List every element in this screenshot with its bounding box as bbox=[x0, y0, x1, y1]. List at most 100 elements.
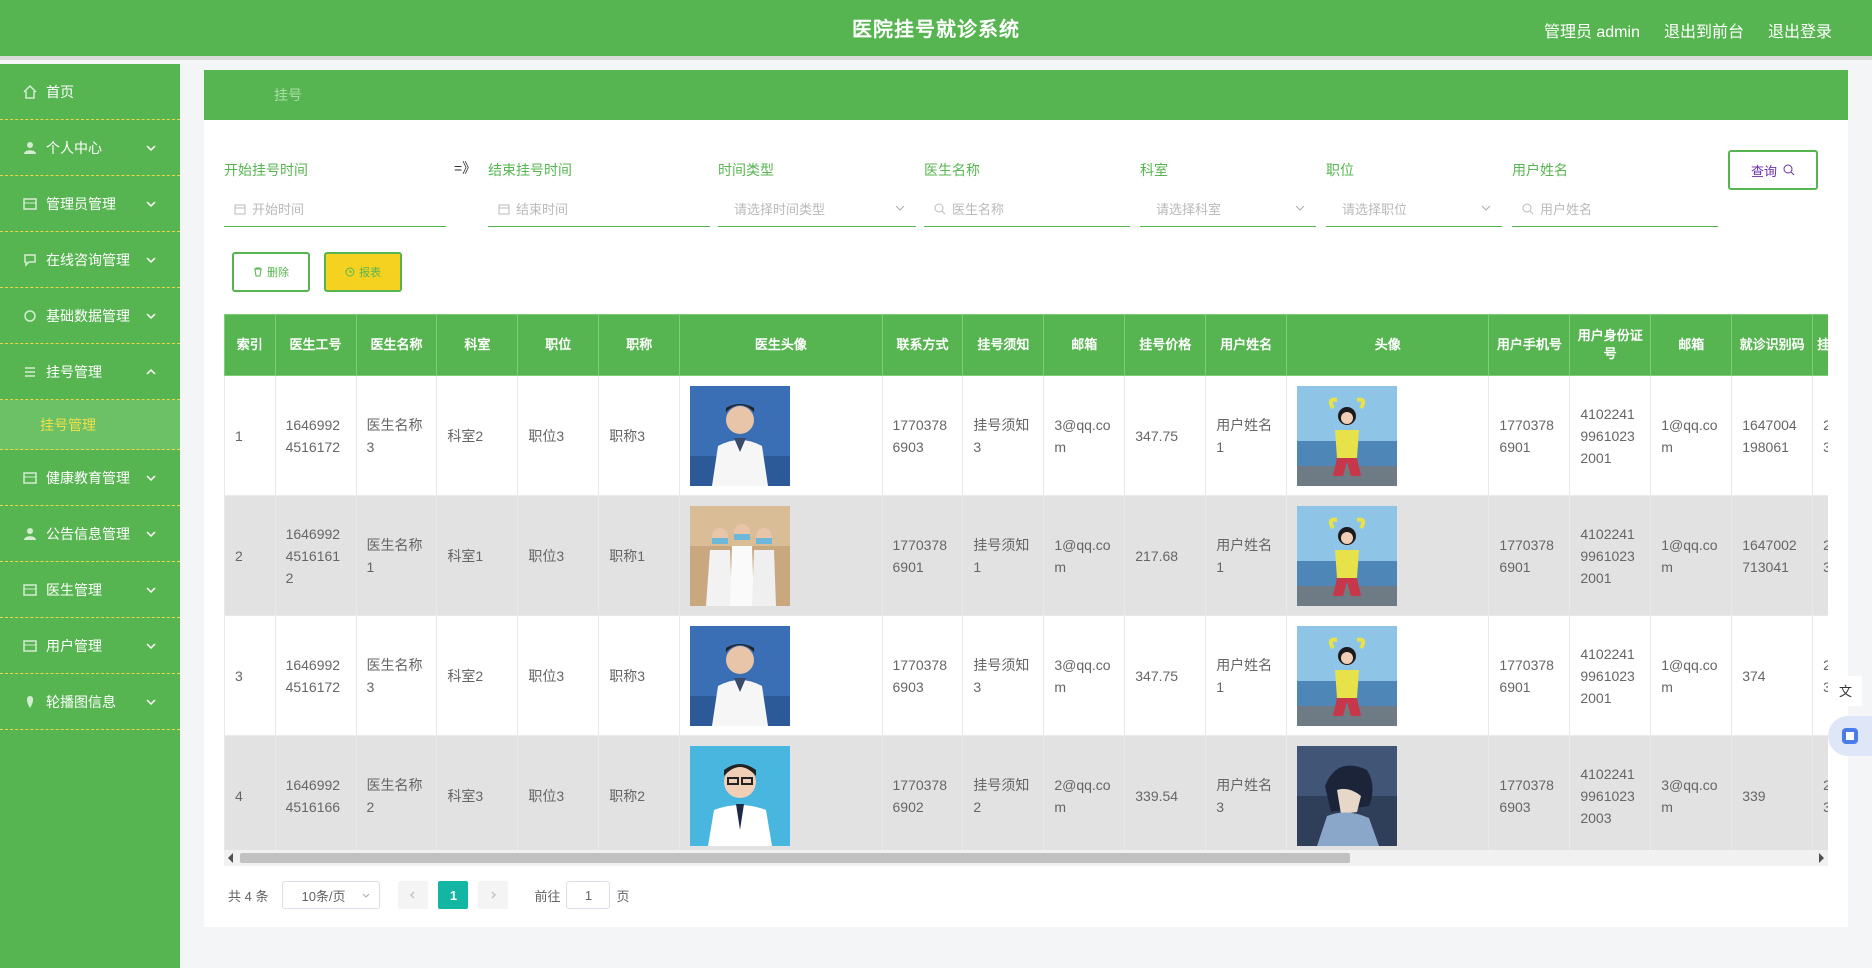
column-header: 联系方式 bbox=[881, 314, 964, 376]
column-header: 挂号须知 bbox=[962, 314, 1045, 376]
grid-icon bbox=[22, 638, 38, 654]
doctor-name-label: 医生名称 bbox=[924, 162, 980, 178]
next-page-button[interactable] bbox=[478, 881, 509, 909]
sidebar-item-label: 个人中心 bbox=[46, 139, 102, 156]
table-cell-user-name: 用户姓名1 bbox=[1205, 375, 1288, 496]
user-icon bbox=[22, 140, 38, 156]
column-header: 用户手机号 bbox=[1488, 314, 1571, 376]
table-cell-email: 1@qq.com bbox=[1043, 495, 1126, 616]
position-select[interactable]: 请选择职位 bbox=[1326, 191, 1502, 227]
front-link[interactable]: 退出到前台 bbox=[1664, 18, 1744, 42]
end-time-input[interactable]: 结束时间 bbox=[488, 191, 710, 227]
chevron-down-icon bbox=[146, 200, 156, 207]
table-row[interactable]: 2 164699245161612 医生名称1 科室1 职位3 职称1 1770378690… bbox=[224, 495, 1828, 616]
table-cell-visit-code: 374 bbox=[1731, 615, 1814, 736]
page-size-select[interactable]: 10条/页 bbox=[282, 881, 381, 909]
doctor-avatar-image bbox=[690, 505, 791, 606]
column-header: 职位 bbox=[517, 314, 600, 376]
doctor-name-placeholder: 医生名称 bbox=[952, 202, 1005, 217]
sidebar-item-users[interactable]: 用户管理 bbox=[0, 618, 180, 674]
position-label: 职位 bbox=[1326, 162, 1354, 178]
sidebar-item-home[interactable]: 首页 bbox=[0, 64, 180, 120]
table-cell-price: 347.75 bbox=[1124, 375, 1207, 496]
doctor-avatar-image bbox=[690, 625, 791, 726]
query-button-label: 查询 bbox=[1750, 163, 1777, 179]
grid-icon bbox=[22, 582, 38, 598]
sidebar-item-health-edu[interactable]: 健康教育管理 bbox=[0, 450, 180, 506]
table-cell-user-phone: 17703786901 bbox=[1488, 615, 1571, 736]
table-cell-email: 3@qq.com bbox=[1043, 375, 1126, 496]
table-cell-title: 职称3 bbox=[598, 375, 681, 496]
table-row[interactable]: 4 16469924516166 医生名称2 科室3 职位3 职称2 17703786902… bbox=[224, 735, 1828, 856]
report-button[interactable]: 报表 bbox=[324, 252, 402, 292]
query-button[interactable]: 查询 bbox=[1728, 150, 1818, 190]
sidebar-item-label: 在线咨询管理 bbox=[46, 251, 130, 268]
table-cell-dept: 科室1 bbox=[436, 495, 519, 616]
sidebar-item-profile[interactable]: 个人中心 bbox=[0, 120, 180, 176]
table-cell-email: 3@qq.com bbox=[1043, 615, 1126, 736]
sidebar-item-label: 挂号管理 bbox=[46, 363, 102, 380]
doctor-avatar-cell bbox=[679, 495, 883, 616]
chevron-left-icon bbox=[410, 891, 415, 899]
table-cell-price: 347.75 bbox=[1124, 615, 1207, 736]
goto-page-input[interactable]: 1 bbox=[566, 881, 611, 909]
trash-icon bbox=[254, 267, 262, 277]
column-header: 医生工号 bbox=[274, 314, 357, 376]
table-cell-notice: 挂号须知1 bbox=[962, 495, 1045, 616]
start-time-input[interactable]: 开始时间 bbox=[224, 191, 446, 227]
sidebar-item-consult[interactable]: 在线咨询管理 bbox=[0, 232, 180, 288]
chevron-right-icon bbox=[491, 891, 497, 899]
range-separator: =》 bbox=[454, 160, 477, 176]
prev-page-button[interactable] bbox=[398, 881, 429, 909]
grid-icon bbox=[22, 470, 38, 486]
doctor-avatar-cell bbox=[679, 375, 883, 496]
scrollbar-thumb[interactable] bbox=[240, 853, 1350, 863]
column-header: 挂号价格 bbox=[1124, 314, 1207, 376]
table-cell-user-email: 1@qq.com bbox=[1650, 615, 1733, 736]
table-cell-notice: 挂号须知3 bbox=[962, 615, 1045, 736]
scroll-left-icon[interactable] bbox=[228, 853, 233, 863]
time-type-label: 时间类型 bbox=[718, 162, 774, 178]
department-select[interactable]: 请选择科室 bbox=[1140, 191, 1316, 227]
department-placeholder: 请选择科室 bbox=[1156, 202, 1222, 217]
translate-icon[interactable]: 文 bbox=[1832, 676, 1862, 706]
table-row[interactable]: 1 16469924516172 医生名称3 科室2 职位3 职称3 17703786903… bbox=[224, 375, 1828, 496]
assistant-icon[interactable] bbox=[1828, 716, 1872, 756]
delete-button[interactable]: 删除 bbox=[232, 252, 310, 292]
clock-icon bbox=[345, 267, 355, 277]
sidebar-item-notice[interactable]: 公告信息管理 bbox=[0, 506, 180, 562]
table-cell-doc-id: 16469924516172 bbox=[274, 375, 357, 496]
scroll-right-icon[interactable] bbox=[1819, 853, 1824, 863]
sidebar-item-carousel[interactable]: 轮播图信息 bbox=[0, 674, 180, 730]
column-header: 邮箱 bbox=[1650, 314, 1733, 376]
table-cell-user-phone: 17703786903 bbox=[1488, 735, 1571, 856]
sidebar-item-label: 轮播图信息 bbox=[46, 693, 116, 710]
page-number-current[interactable]: 1 bbox=[438, 881, 469, 909]
position-placeholder: 请选择职位 bbox=[1342, 202, 1408, 217]
sidebar-item-admins[interactable]: 管理员管理 bbox=[0, 176, 180, 232]
table-row[interactable]: 3 16469924516172 医生名称3 科室2 职位3 职称3 17703786903… bbox=[224, 615, 1828, 736]
table-cell-notice: 挂号须知2 bbox=[962, 735, 1045, 856]
table-cell-phone: 17703786902 bbox=[881, 735, 964, 856]
horizontal-scrollbar[interactable] bbox=[224, 850, 1828, 866]
doctor-name-input[interactable]: 医生名称 bbox=[924, 191, 1130, 227]
sidebar-subitem-registration[interactable]: 挂号管理 bbox=[0, 400, 180, 450]
username-label: 用户姓名 bbox=[1512, 162, 1568, 178]
username-input[interactable]: 用户姓名 bbox=[1512, 191, 1718, 227]
table-cell-user-name: 用户姓名1 bbox=[1205, 615, 1288, 736]
sidebar-item-doctors[interactable]: 医生管理 bbox=[0, 562, 180, 618]
chevron-down-icon bbox=[146, 586, 156, 593]
logout-link[interactable]: 退出登录 bbox=[1768, 18, 1832, 42]
main-panel: 挂号 开始挂号时间 =》 结束挂号时间 时间类型 医生名称 科室 职位 用户姓名… bbox=[204, 70, 1848, 927]
doctor-avatar-cell bbox=[679, 615, 883, 736]
sidebar-item-basic-data[interactable]: 基础数据管理 bbox=[0, 288, 180, 344]
column-header: 科室 bbox=[436, 314, 519, 376]
sidebar-item-label: 用户管理 bbox=[46, 637, 102, 654]
time-type-select[interactable]: 请选择时间类型 bbox=[718, 191, 916, 227]
table-cell-email: 2@qq.com bbox=[1043, 735, 1126, 856]
data-table: 索引 医生工号 医生名称 科室 职位 职称 医生头像 联系方式 挂号须知 邮箱 … bbox=[224, 314, 1828, 870]
sidebar-item-registration[interactable]: 挂号管理 bbox=[0, 344, 180, 400]
total-count: 共 4 条 bbox=[228, 888, 269, 904]
table-cell-date: 2022-03-13 bbox=[1812, 375, 1828, 496]
user-avatar-image bbox=[1297, 745, 1398, 846]
